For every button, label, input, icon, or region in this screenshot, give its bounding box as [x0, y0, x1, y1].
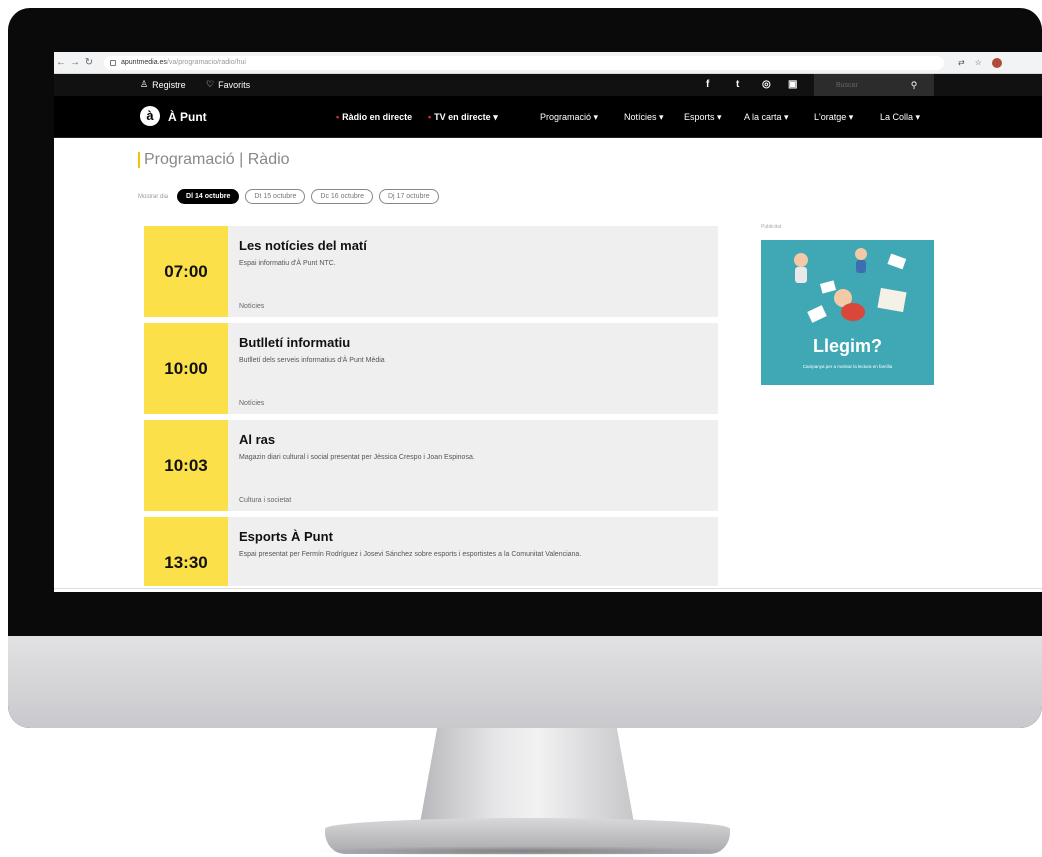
- main-navigation: à À Punt • Ràdio en directe • TV en direct…: [54, 96, 1042, 138]
- chevron-down-icon: ▾: [717, 112, 722, 122]
- nav-oratge-label: L'oratge: [814, 112, 847, 122]
- nav-live-radio[interactable]: • Ràdio en directe: [336, 112, 412, 122]
- top-utility-bar: ♙ Registre ♡ Favorits f t ◎ ▣ ⚲: [54, 74, 1042, 96]
- search-input[interactable]: [814, 74, 894, 96]
- search-box: ⚲: [814, 74, 934, 96]
- monitor-stand: [420, 728, 634, 823]
- schedule-item[interactable]: 13:30 Esports À Punt Espai presentat per…: [144, 517, 718, 586]
- chevron-down-icon: ▾: [848, 112, 854, 122]
- nav-live-tv[interactable]: • TV en directe ▾: [428, 112, 498, 123]
- chevron-down-icon: ▾: [659, 112, 664, 122]
- nav-programacio-label: Programació: [540, 112, 592, 122]
- divider: [54, 588, 1042, 589]
- program-title[interactable]: Esports À Punt: [239, 529, 333, 544]
- screen: ← → ↻ apuntmedia.es /va/programacio/radi…: [54, 52, 1042, 592]
- youtube-icon[interactable]: ▣: [788, 79, 797, 90]
- nav-esports[interactable]: Esports ▾: [684, 112, 722, 123]
- nav-live-tv-label: TV en directe: [434, 112, 491, 122]
- nav-a-la-carta[interactable]: A la carta ▾: [744, 112, 789, 123]
- search-icon[interactable]: ⚲: [894, 80, 934, 91]
- browser-toolbar: ← → ↻ apuntmedia.es /va/programacio/radi…: [54, 52, 1042, 74]
- live-dot-icon: •: [428, 112, 432, 122]
- monitor-chin: [8, 636, 1042, 728]
- ad-banner[interactable]: Llegim? Campanya per a motivar la lectur…: [761, 240, 934, 385]
- ad-label: Publicitat: [761, 224, 782, 230]
- reload-icon[interactable]: ↻: [82, 57, 96, 68]
- schedule-list: 07:00 Les notícies del matí Espai inform…: [144, 226, 718, 586]
- heart-icon: ♡: [206, 79, 215, 89]
- schedule-item[interactable]: 07:00 Les notícies del matí Espai inform…: [144, 226, 718, 317]
- address-bar[interactable]: apuntmedia.es /va/programacio/radio/hui: [104, 55, 944, 70]
- nav-noticies-label: Notícies: [624, 112, 657, 122]
- nav-noticies[interactable]: Notícies ▾: [624, 112, 664, 123]
- monitor-body: ← → ↻ apuntmedia.es /va/programacio/radi…: [8, 8, 1042, 728]
- url-path: /va/programacio/radio/hui: [166, 59, 246, 66]
- profile-avatar[interactable]: [991, 57, 1002, 68]
- ad-title: Llegim?: [812, 336, 882, 356]
- facebook-icon[interactable]: f: [706, 79, 709, 90]
- nav-esports-label: Esports: [684, 112, 715, 122]
- nav-la-colla-label: La Colla: [880, 112, 914, 122]
- program-time: 13:30: [144, 517, 228, 586]
- page-title: Programació | Ràdio: [138, 152, 290, 168]
- program-category: Notícies: [239, 303, 265, 310]
- back-arrow-icon[interactable]: ←: [54, 57, 68, 68]
- nav-a-la-carta-label: A la carta: [744, 112, 782, 122]
- stand-shadow: [310, 846, 740, 856]
- favorites-link[interactable]: ♡ Favorits: [206, 79, 250, 90]
- program-description: Espai informatiu d'À Punt NTC.: [239, 260, 336, 267]
- nav-oratge[interactable]: L'oratge ▾: [814, 112, 853, 123]
- chevron-down-icon: ▾: [493, 112, 498, 122]
- day-pill-thu[interactable]: Dj 17 octubre: [379, 189, 439, 204]
- program-description: Espai presentat per Fermín Rodríguez i J…: [239, 551, 582, 558]
- schedule-item[interactable]: 10:03 Al ras Magazin diari cultural i so…: [144, 420, 718, 511]
- chevron-down-icon: ▾: [784, 112, 789, 122]
- translate-icon[interactable]: ⇄: [958, 58, 965, 67]
- program-category: Cultura i societat: [239, 497, 292, 504]
- url-domain: apuntmedia.es: [121, 59, 167, 66]
- bookmark-star-icon[interactable]: ☆: [975, 58, 982, 67]
- day-pill-tue[interactable]: Dt 15 octubre: [245, 189, 306, 204]
- apunt-logo[interactable]: à: [140, 106, 160, 126]
- instagram-icon[interactable]: ◎: [762, 79, 771, 90]
- twitter-icon[interactable]: t: [736, 79, 739, 90]
- chevron-down-icon: ▾: [593, 112, 599, 122]
- live-dot-icon: •: [336, 112, 340, 122]
- nav-programacio[interactable]: Programació ▾: [540, 112, 598, 123]
- program-time: 07:00: [144, 226, 228, 317]
- program-title[interactable]: Les notícies del matí: [239, 238, 367, 253]
- ad-tagline: Campanya per a motivar la lectura en fam…: [802, 364, 893, 369]
- chevron-down-icon: ▾: [915, 112, 921, 122]
- day-filter-label: Mostrar dia: [138, 193, 169, 200]
- day-filter: Mostrar dia Dl 14 octubre Dt 15 octubre …: [138, 189, 439, 204]
- nav-la-colla[interactable]: La Colla ▾: [880, 112, 920, 123]
- lock-icon: [110, 59, 116, 66]
- program-time: 10:00: [144, 323, 228, 414]
- favorites-label: Favorits: [218, 79, 251, 90]
- program-time: 10:03: [144, 420, 228, 511]
- day-pill-wed[interactable]: Dc 16 octubre: [311, 189, 373, 204]
- program-category: Notícies: [239, 400, 265, 407]
- program-title[interactable]: Butlletí informatiu: [239, 335, 350, 350]
- register-label: Registre: [152, 79, 186, 90]
- logo-text[interactable]: À Punt: [168, 110, 207, 124]
- day-pill-mon[interactable]: Dl 14 octubre: [177, 189, 240, 204]
- schedule-item[interactable]: 10:00 Butlletí informatiu Butlletí dels …: [144, 323, 718, 414]
- register-link[interactable]: ♙ Registre: [140, 79, 186, 90]
- forward-arrow-icon[interactable]: →: [68, 57, 82, 68]
- program-description: Butlletí dels serveis informatius d'À Pu…: [239, 357, 385, 364]
- nav-live-radio-label: Ràdio en directe: [342, 112, 413, 122]
- program-description: Magazin diari cultural i social presenta…: [239, 454, 475, 461]
- program-title[interactable]: Al ras: [239, 432, 275, 447]
- user-icon: ♙: [140, 79, 149, 89]
